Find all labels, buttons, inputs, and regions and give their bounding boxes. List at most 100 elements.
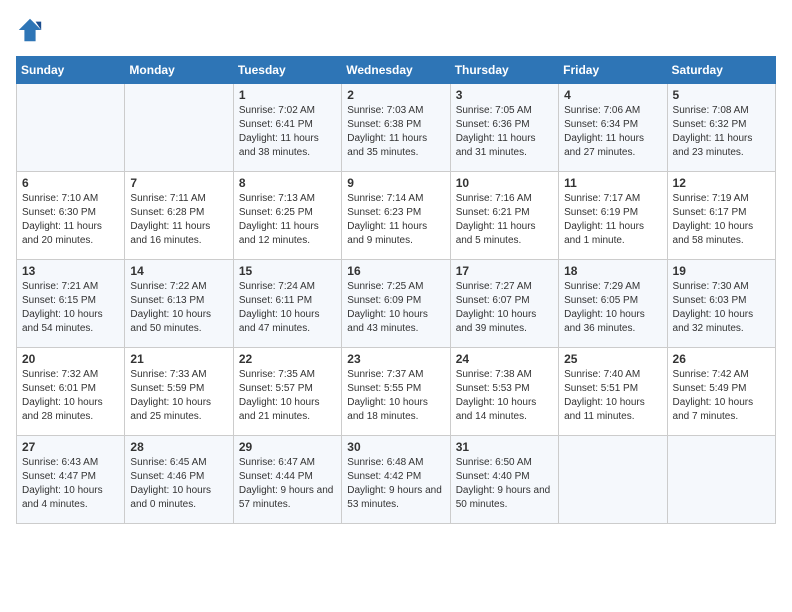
- cell-details: Sunrise: 6:48 AM Sunset: 4:42 PM Dayligh…: [347, 456, 444, 512]
- cell-details: Sunrise: 7:32 AM Sunset: 6:01 PM Dayligh…: [22, 368, 119, 424]
- calendar-cell: 22Sunrise: 7:35 AM Sunset: 5:57 PM Dayli…: [233, 348, 341, 436]
- day-number: 29: [239, 440, 336, 454]
- cell-details: Sunrise: 7:08 AM Sunset: 6:32 PM Dayligh…: [673, 104, 770, 160]
- cell-details: Sunrise: 7:13 AM Sunset: 6:25 PM Dayligh…: [239, 192, 336, 248]
- cell-details: Sunrise: 7:22 AM Sunset: 6:13 PM Dayligh…: [130, 280, 227, 336]
- day-number: 31: [456, 440, 553, 454]
- day-number: 12: [673, 176, 770, 190]
- calendar-cell: 26 Sunrise: 7:42 AM Sunset: 5:49 PM Dayli…: [667, 348, 775, 436]
- cell-details: Sunrise: 7:03 AM Sunset: 6:38 PM Dayligh…: [347, 104, 444, 160]
- day-number: 16: [347, 264, 444, 278]
- cell-details: Sunrise: 7:29 AM Sunset: 6:05 PM Dayligh…: [564, 280, 661, 336]
- calendar-cell: 18Sunrise: 7:29 AM Sunset: 6:05 PM Dayli…: [559, 260, 667, 348]
- day-number: 14: [130, 264, 227, 278]
- calendar-cell: 21Sunrise: 7:33 AM Sunset: 5:59 PM Dayli…: [125, 348, 233, 436]
- day-number: 9: [347, 176, 444, 190]
- day-number: 11: [564, 176, 661, 190]
- calendar-cell: 29 Sunrise: 6:47 AM Sunset: 4:44 PM Dayli…: [233, 436, 341, 524]
- calendar-cell: 10Sunrise: 7:16 AM Sunset: 6:21 PM Dayli…: [450, 172, 558, 260]
- cell-details: Sunrise: 7:42 AM Sunset: 5:49 PM Dayligh…: [673, 368, 770, 424]
- calendar-week-row: 6 Sunrise: 7:10 AM Sunset: 6:30 PM Daylig…: [17, 172, 776, 260]
- logo-icon: [16, 16, 44, 44]
- day-number: 26: [673, 352, 770, 366]
- calendar-cell: 16Sunrise: 7:25 AM Sunset: 6:09 PM Dayli…: [342, 260, 450, 348]
- calendar-week-row: 13 Sunrise: 7:21 AM Sunset: 6:15 PM Dayli…: [17, 260, 776, 348]
- calendar-cell: 2 Sunrise: 7:03 AM Sunset: 6:38 PM Daylig…: [342, 84, 450, 172]
- cell-details: Sunrise: 6:47 AM Sunset: 4:44 PM Dayligh…: [239, 456, 336, 512]
- calendar-cell: 4 Sunrise: 7:06 AM Sunset: 6:34 PM Daylig…: [559, 84, 667, 172]
- cell-details: Sunrise: 7:37 AM Sunset: 5:55 PM Dayligh…: [347, 368, 444, 424]
- calendar-cell: 12 Sunrise: 7:19 AM Sunset: 6:17 PM Dayli…: [667, 172, 775, 260]
- day-number: 19: [673, 264, 770, 278]
- day-header-tuesday: Tuesday: [233, 57, 341, 84]
- cell-details: Sunrise: 7:02 AM Sunset: 6:41 PM Dayligh…: [239, 104, 336, 160]
- calendar-cell: [125, 84, 233, 172]
- cell-details: Sunrise: 7:17 AM Sunset: 6:19 PM Dayligh…: [564, 192, 661, 248]
- day-number: 30: [347, 440, 444, 454]
- cell-details: Sunrise: 6:43 AM Sunset: 4:47 PM Dayligh…: [22, 456, 119, 512]
- day-number: 3: [456, 88, 553, 102]
- day-number: 2: [347, 88, 444, 102]
- calendar-cell: 20 Sunrise: 7:32 AM Sunset: 6:01 PM Dayli…: [17, 348, 125, 436]
- day-header-wednesday: Wednesday: [342, 57, 450, 84]
- cell-details: Sunrise: 7:30 AM Sunset: 6:03 PM Dayligh…: [673, 280, 770, 336]
- day-number: 13: [22, 264, 119, 278]
- day-number: 21: [130, 352, 227, 366]
- calendar-cell: [667, 436, 775, 524]
- cell-details: Sunrise: 7:21 AM Sunset: 6:15 PM Dayligh…: [22, 280, 119, 336]
- day-header-monday: Monday: [125, 57, 233, 84]
- cell-details: Sunrise: 7:27 AM Sunset: 6:07 PM Dayligh…: [456, 280, 553, 336]
- calendar-cell: 25 Sunrise: 7:40 AM Sunset: 5:51 PM Dayli…: [559, 348, 667, 436]
- calendar-cell: [559, 436, 667, 524]
- day-number: 23: [347, 352, 444, 366]
- calendar-week-row: 1 Sunrise: 7:02 AM Sunset: 6:41 PM Daylig…: [17, 84, 776, 172]
- calendar-cell: [17, 84, 125, 172]
- calendar-header-row: SundayMondayTuesdayWednesdayThursdayFrid…: [17, 57, 776, 84]
- day-number: 27: [22, 440, 119, 454]
- calendar-cell: 27 Sunrise: 6:43 AM Sunset: 4:47 PM Dayli…: [17, 436, 125, 524]
- calendar-cell: 6 Sunrise: 7:10 AM Sunset: 6:30 PM Daylig…: [17, 172, 125, 260]
- day-number: 1: [239, 88, 336, 102]
- calendar-cell: 13 Sunrise: 7:21 AM Sunset: 6:15 PM Dayli…: [17, 260, 125, 348]
- logo: [16, 16, 48, 44]
- day-number: 24: [456, 352, 553, 366]
- calendar-cell: 1 Sunrise: 7:02 AM Sunset: 6:41 PM Daylig…: [233, 84, 341, 172]
- cell-details: Sunrise: 7:11 AM Sunset: 6:28 PM Dayligh…: [130, 192, 227, 248]
- calendar-cell: 24 Sunrise: 7:38 AM Sunset: 5:53 PM Dayli…: [450, 348, 558, 436]
- cell-details: Sunrise: 7:24 AM Sunset: 6:11 PM Dayligh…: [239, 280, 336, 336]
- day-number: 20: [22, 352, 119, 366]
- cell-details: Sunrise: 7:40 AM Sunset: 5:51 PM Dayligh…: [564, 368, 661, 424]
- calendar-cell: 9 Sunrise: 7:14 AM Sunset: 6:23 PM Daylig…: [342, 172, 450, 260]
- cell-details: Sunrise: 7:10 AM Sunset: 6:30 PM Dayligh…: [22, 192, 119, 248]
- cell-details: Sunrise: 7:19 AM Sunset: 6:17 PM Dayligh…: [673, 192, 770, 248]
- day-number: 6: [22, 176, 119, 190]
- calendar-cell: 23 Sunrise: 7:37 AM Sunset: 5:55 PM Dayli…: [342, 348, 450, 436]
- cell-details: Sunrise: 7:35 AM Sunset: 5:57 PM Dayligh…: [239, 368, 336, 424]
- day-header-thursday: Thursday: [450, 57, 558, 84]
- day-number: 15: [239, 264, 336, 278]
- calendar-cell: 31 Sunrise: 6:50 AM Sunset: 4:40 PM Dayli…: [450, 436, 558, 524]
- calendar-week-row: 27 Sunrise: 6:43 AM Sunset: 4:47 PM Dayli…: [17, 436, 776, 524]
- day-number: 10: [456, 176, 553, 190]
- calendar-table: SundayMondayTuesdayWednesdayThursdayFrid…: [16, 56, 776, 524]
- cell-details: Sunrise: 7:05 AM Sunset: 6:36 PM Dayligh…: [456, 104, 553, 160]
- day-number: 28: [130, 440, 227, 454]
- cell-details: Sunrise: 7:38 AM Sunset: 5:53 PM Dayligh…: [456, 368, 553, 424]
- calendar-cell: 19 Sunrise: 7:30 AM Sunset: 6:03 PM Dayli…: [667, 260, 775, 348]
- calendar-cell: 8Sunrise: 7:13 AM Sunset: 6:25 PM Daylig…: [233, 172, 341, 260]
- day-number: 4: [564, 88, 661, 102]
- calendar-cell: 15 Sunrise: 7:24 AM Sunset: 6:11 PM Dayli…: [233, 260, 341, 348]
- day-header-friday: Friday: [559, 57, 667, 84]
- day-number: 7: [130, 176, 227, 190]
- cell-details: Sunrise: 6:50 AM Sunset: 4:40 PM Dayligh…: [456, 456, 553, 512]
- calendar-cell: 11 Sunrise: 7:17 AM Sunset: 6:19 PM Dayli…: [559, 172, 667, 260]
- cell-details: Sunrise: 7:14 AM Sunset: 6:23 PM Dayligh…: [347, 192, 444, 248]
- calendar-cell: 17 Sunrise: 7:27 AM Sunset: 6:07 PM Dayli…: [450, 260, 558, 348]
- day-number: 5: [673, 88, 770, 102]
- cell-details: Sunrise: 7:06 AM Sunset: 6:34 PM Dayligh…: [564, 104, 661, 160]
- calendar-cell: 28Sunrise: 6:45 AM Sunset: 4:46 PM Dayli…: [125, 436, 233, 524]
- day-header-saturday: Saturday: [667, 57, 775, 84]
- calendar-cell: 5 Sunrise: 7:08 AM Sunset: 6:32 PM Daylig…: [667, 84, 775, 172]
- day-number: 17: [456, 264, 553, 278]
- day-number: 25: [564, 352, 661, 366]
